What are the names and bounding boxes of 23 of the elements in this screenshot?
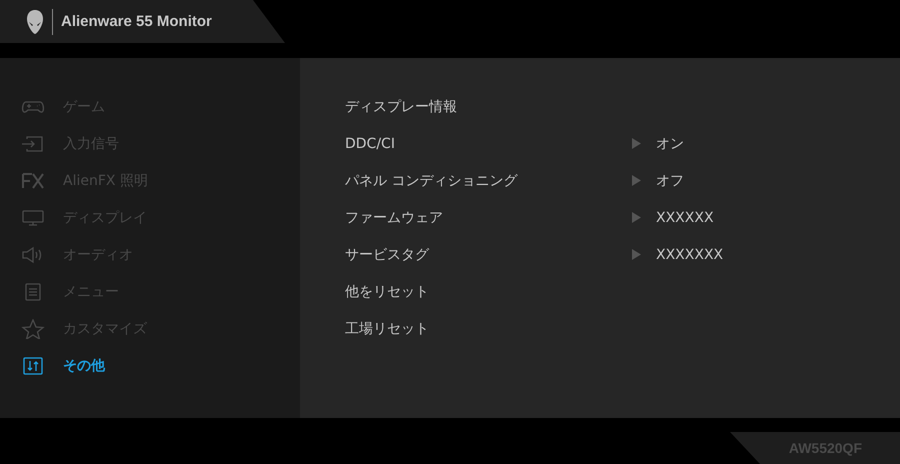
setting-label[interactable]: ファームウェア xyxy=(345,208,632,226)
setting-value: オフ xyxy=(656,172,684,190)
arrows-box-icon xyxy=(21,356,45,376)
setting-value: XXXXXX xyxy=(656,210,714,226)
setting-value: オン xyxy=(656,134,684,152)
monitor-title: Alienware 55 Monitor xyxy=(61,13,212,30)
setting-label[interactable]: 他をリセット xyxy=(345,282,632,300)
arrow-icon xyxy=(632,138,641,149)
star-icon xyxy=(21,318,45,338)
setting-label[interactable]: 工場リセット xyxy=(345,320,632,338)
setting-label[interactable]: ディスプレー情報 xyxy=(345,98,632,116)
setting-label[interactable]: サービスタグ xyxy=(345,246,632,264)
setting-label[interactable]: パネル コンディショニング xyxy=(345,172,632,190)
fx-icon xyxy=(21,170,45,190)
arrow-icon xyxy=(632,249,641,260)
input-icon xyxy=(21,134,45,154)
setting-label[interactable]: DDC/CI xyxy=(345,136,632,152)
menu-item[interactable]: その他 xyxy=(0,347,300,384)
setting-value: XXXXXXX xyxy=(656,246,724,262)
arrow-icon xyxy=(632,175,641,186)
alien-head-icon xyxy=(26,8,44,34)
monitor-icon xyxy=(21,208,45,228)
arrow-icon xyxy=(632,212,641,223)
